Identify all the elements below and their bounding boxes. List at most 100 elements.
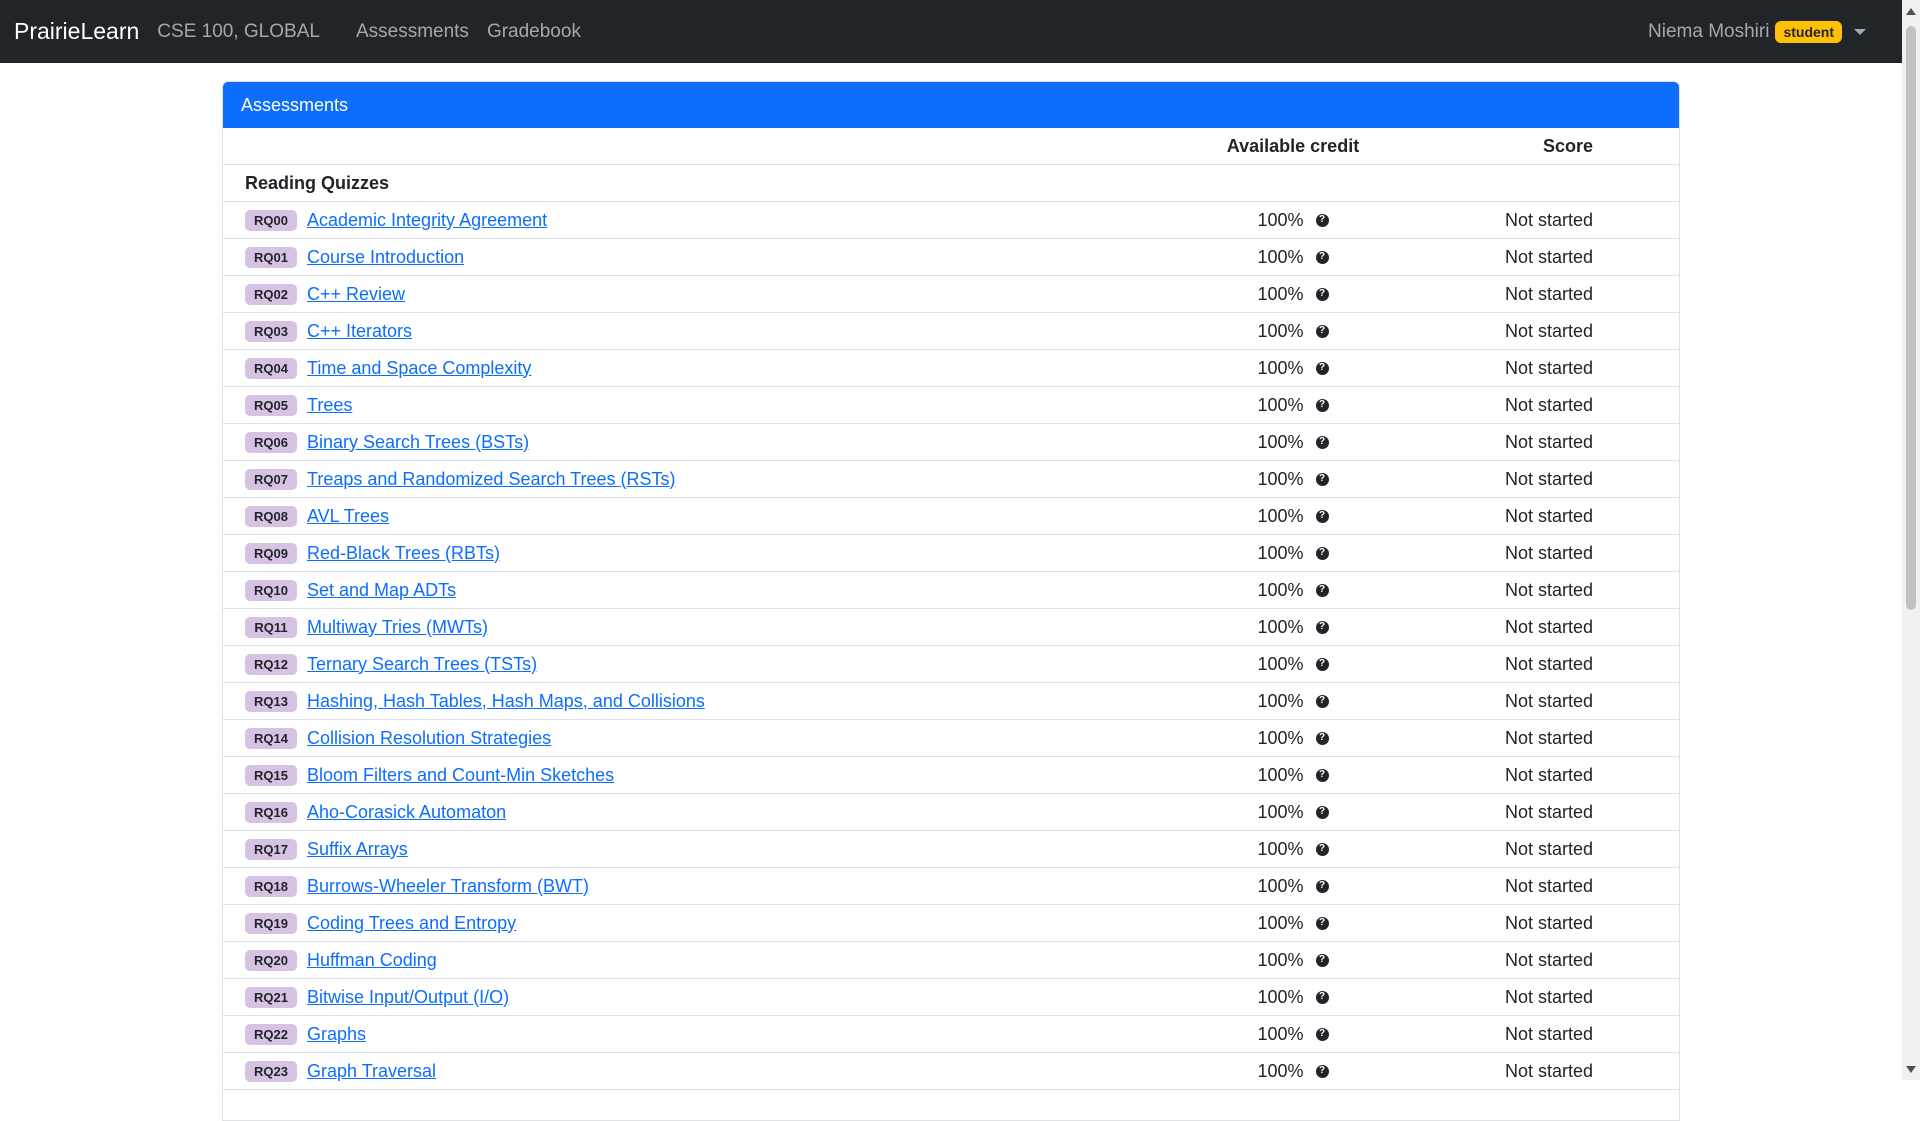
- score-value: Not started: [1504, 542, 1594, 563]
- question-circle-icon[interactable]: ?: [1315, 1064, 1329, 1078]
- credit-value: 100%: [1257, 690, 1304, 711]
- question-circle-icon[interactable]: ?: [1315, 250, 1329, 264]
- chevron-down-icon[interactable]: [1854, 28, 1866, 35]
- assessment-link[interactable]: Coding Trees and Entropy: [307, 913, 516, 934]
- question-circle-icon[interactable]: ?: [1315, 1027, 1329, 1041]
- assessment-badge: RQ06: [245, 431, 297, 453]
- assessment-link[interactable]: Course Introduction: [307, 247, 464, 268]
- assessment-link[interactable]: Aho-Corasick Automaton: [307, 802, 506, 823]
- nav-gradebook[interactable]: Gradebook: [487, 21, 581, 43]
- table-row: RQ01 Course Introduction 100%? Not started: [223, 239, 1679, 276]
- table-row: RQ16 Aho-Corasick Automaton 100%? Not start…: [223, 794, 1679, 831]
- assessment-link[interactable]: Burrows-Wheeler Transform (BWT): [307, 876, 589, 897]
- assessment-link[interactable]: Set and Map ADTs: [307, 580, 456, 601]
- table-row: RQ06 Binary Search Trees (BSTs) 100%? Not s…: [223, 424, 1679, 461]
- question-circle-icon[interactable]: ?: [1315, 398, 1329, 412]
- assessment-link[interactable]: Bitwise Input/Output (I/O): [307, 987, 509, 1008]
- assessment-badge: RQ23: [245, 1060, 297, 1082]
- credit-value: 100%: [1257, 468, 1304, 489]
- assessment-link[interactable]: Trees: [307, 395, 352, 416]
- credit-cell: 100%?: [1123, 654, 1463, 675]
- assessment-link[interactable]: AVL Trees: [307, 506, 389, 527]
- assessment-badge: RQ19: [245, 912, 297, 934]
- assessment-link[interactable]: C++ Review: [307, 284, 405, 305]
- question-circle-icon[interactable]: ?: [1315, 213, 1329, 227]
- score-value: Not started: [1504, 579, 1594, 600]
- credit-cell: 100%?: [1123, 1061, 1463, 1082]
- scroll-up-icon[interactable]: [1906, 8, 1916, 15]
- question-circle-icon[interactable]: ?: [1315, 842, 1329, 856]
- question-circle-icon[interactable]: ?: [1315, 990, 1329, 1004]
- assessment-link[interactable]: Ternary Search Trees (TSTs): [307, 654, 537, 675]
- credit-value: 100%: [1257, 653, 1304, 674]
- assessment-link[interactable]: Bloom Filters and Count-Min Sketches: [307, 765, 614, 786]
- credit-cell: 100%?: [1123, 617, 1463, 638]
- credit-value: 100%: [1257, 838, 1304, 859]
- user-name[interactable]: Niema Moshiri: [1648, 21, 1769, 43]
- credit-cell: 100%?: [1123, 950, 1463, 971]
- assessment-cell: RQ05 Trees: [245, 394, 352, 416]
- credit-cell: 100%?: [1123, 543, 1463, 564]
- question-circle-icon[interactable]: ?: [1315, 509, 1329, 523]
- assessment-link[interactable]: C++ Iterators: [307, 321, 412, 342]
- course-name[interactable]: CSE 100, GLOBAL: [157, 21, 320, 43]
- assessment-cell: RQ17 Suffix Arrays: [245, 838, 408, 860]
- user-menu[interactable]: Niema Moshiri student: [1648, 20, 1866, 43]
- assessment-cell: RQ22 Graphs: [245, 1023, 366, 1045]
- nav-assessments[interactable]: Assessments: [356, 21, 469, 43]
- table-row: RQ20 Huffman Coding 100%? Not started: [223, 942, 1679, 979]
- question-circle-icon[interactable]: ?: [1315, 361, 1329, 375]
- assessment-link[interactable]: Graph Traversal: [307, 1061, 436, 1082]
- question-circle-icon[interactable]: ?: [1315, 768, 1329, 782]
- question-circle-icon[interactable]: ?: [1315, 620, 1329, 634]
- question-circle-icon[interactable]: ?: [1315, 546, 1329, 560]
- assessment-cell: RQ11 Multiway Tries (MWTs): [245, 616, 488, 638]
- score-value: Not started: [1504, 653, 1594, 674]
- table-row: RQ19 Coding Trees and Entropy 100%? Not sta…: [223, 905, 1679, 942]
- question-circle-icon[interactable]: ?: [1315, 435, 1329, 449]
- credit-cell: 100%?: [1123, 987, 1463, 1008]
- question-circle-icon[interactable]: ?: [1315, 916, 1329, 930]
- score-value: Not started: [1504, 949, 1594, 970]
- question-circle-icon[interactable]: ?: [1315, 472, 1329, 486]
- question-circle-icon[interactable]: ?: [1315, 287, 1329, 301]
- assessment-cell: RQ07 Treaps and Randomized Search Trees (…: [245, 468, 676, 490]
- table-row: RQ15 Bloom Filters and Count-Min Sketches…: [223, 757, 1679, 794]
- credit-cell: 100%?: [1123, 321, 1463, 342]
- assessment-badge: RQ01: [245, 246, 297, 268]
- scrollbar[interactable]: [1902, 0, 1920, 1080]
- table-row: RQ13 Hashing, Hash Tables, Hash Maps, and…: [223, 683, 1679, 720]
- brand-link[interactable]: PrairieLearn: [14, 18, 139, 45]
- credit-value: 100%: [1257, 357, 1304, 378]
- credit-value: 100%: [1257, 912, 1304, 933]
- assessment-link[interactable]: Binary Search Trees (BSTs): [307, 432, 529, 453]
- assessment-link[interactable]: Time and Space Complexity: [307, 358, 531, 379]
- credit-value: 100%: [1257, 801, 1304, 822]
- assessment-link[interactable]: Hashing, Hash Tables, Hash Maps, and Col…: [307, 691, 705, 712]
- question-circle-icon[interactable]: ?: [1315, 879, 1329, 893]
- question-circle-icon[interactable]: ?: [1315, 324, 1329, 338]
- score-value: Not started: [1504, 764, 1594, 785]
- scroll-down-icon[interactable]: [1906, 1066, 1916, 1073]
- score-value: Not started: [1504, 246, 1594, 267]
- question-circle-icon[interactable]: ?: [1315, 657, 1329, 671]
- assessment-link[interactable]: Treaps and Randomized Search Trees (RSTs…: [307, 469, 676, 490]
- assessment-link[interactable]: Multiway Tries (MWTs): [307, 617, 488, 638]
- credit-cell: 100%?: [1123, 506, 1463, 527]
- question-circle-icon[interactable]: ?: [1315, 583, 1329, 597]
- question-circle-icon[interactable]: ?: [1315, 731, 1329, 745]
- assessment-cell: RQ08 AVL Trees: [245, 505, 389, 527]
- assessment-link[interactable]: Collision Resolution Strategies: [307, 728, 551, 749]
- question-circle-icon[interactable]: ?: [1315, 694, 1329, 708]
- assessment-link[interactable]: Red-Black Trees (RBTs): [307, 543, 500, 564]
- assessment-link[interactable]: Graphs: [307, 1024, 366, 1045]
- assessment-cell: RQ15 Bloom Filters and Count-Min Sketches: [245, 764, 614, 786]
- credit-cell: 100%?: [1123, 876, 1463, 897]
- question-circle-icon[interactable]: ?: [1315, 805, 1329, 819]
- question-circle-icon[interactable]: ?: [1315, 953, 1329, 967]
- assessment-link[interactable]: Academic Integrity Agreement: [307, 210, 547, 231]
- scroll-thumb[interactable]: [1906, 26, 1916, 610]
- assessment-link[interactable]: Huffman Coding: [307, 950, 437, 971]
- assessment-link[interactable]: Suffix Arrays: [307, 839, 408, 860]
- credit-value: 100%: [1257, 283, 1304, 304]
